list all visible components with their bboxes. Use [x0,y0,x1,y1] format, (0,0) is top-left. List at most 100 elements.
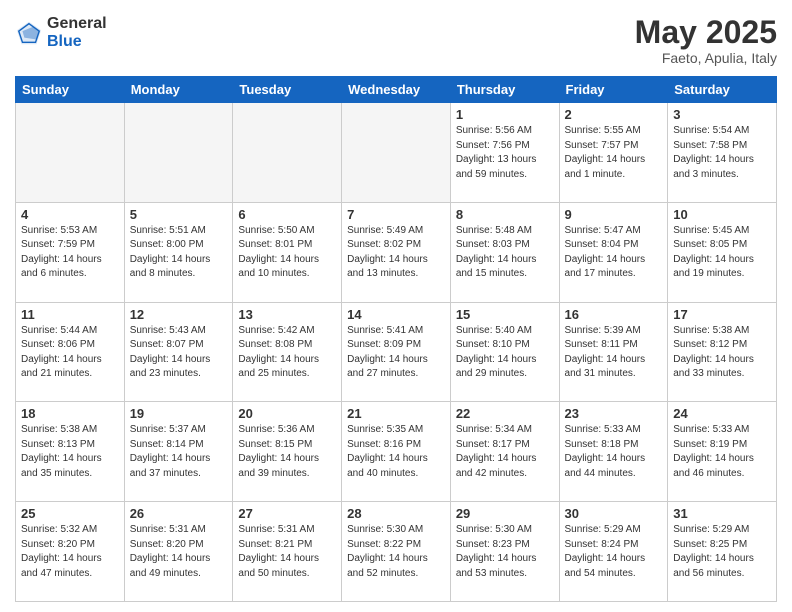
day-number: 4 [21,207,119,222]
day-info: Sunrise: 5:41 AMSunset: 8:09 PMDaylight:… [347,324,445,382]
day-number: 22 [456,406,554,421]
calendar-cell: 16 Sunrise: 5:39 AMSunset: 8:11 PMDayligh… [559,302,668,402]
day-info: Sunrise: 5:51 AMSunset: 8:00 PMDaylight:… [130,224,228,282]
day-info: Sunrise: 5:35 AMSunset: 8:16 PMDaylight:… [347,423,445,481]
page: General Blue May 2025 Faeto, Apulia, Ita… [0,0,792,612]
logo-icon [15,19,43,47]
calendar-cell: 19 Sunrise: 5:37 AMSunset: 8:14 PMDayligh… [124,402,233,502]
day-number: 2 [565,107,663,122]
day-number: 19 [130,406,228,421]
day-header-tuesday: Tuesday [233,77,342,103]
calendar-cell: 1 Sunrise: 5:56 AMSunset: 7:56 PMDaylight… [450,103,559,203]
calendar-cell: 9 Sunrise: 5:47 AMSunset: 8:04 PMDaylight… [559,202,668,302]
week-row-3: 11Sunrise: 5:44 AMSunset: 8:06 PMDayligh… [16,302,777,402]
calendar-cell [124,103,233,203]
day-number: 28 [347,506,445,521]
day-number: 21 [347,406,445,421]
subtitle: Faeto, Apulia, Italy [635,50,777,66]
day-info: Sunrise: 5:29 AMSunset: 8:25 PMDaylight:… [673,523,771,581]
header: General Blue May 2025 Faeto, Apulia, Ita… [15,15,777,66]
day-info: Sunrise: 5:45 AMSunset: 8:05 PMDaylight:… [673,224,771,282]
day-info: Sunrise: 5:30 AMSunset: 8:23 PMDaylight:… [456,523,554,581]
calendar-cell: 13 Sunrise: 5:42 AMSunset: 8:08 PMDayligh… [233,302,342,402]
calendar-cell: 10 Sunrise: 5:45 AMSunset: 8:05 PMDayligh… [668,202,777,302]
week-row-5: 25Sunrise: 5:32 AMSunset: 8:20 PMDayligh… [16,502,777,602]
calendar-cell: 18 Sunrise: 5:38 AMSunset: 8:13 PMDayligh… [16,402,125,502]
day-number: 11 [21,307,119,322]
title-block: May 2025 Faeto, Apulia, Italy [635,15,777,66]
calendar-cell: 28 Sunrise: 5:30 AMSunset: 8:22 PMDayligh… [342,502,451,602]
calendar-cell: 21 Sunrise: 5:35 AMSunset: 8:16 PMDayligh… [342,402,451,502]
day-info: Sunrise: 5:47 AMSunset: 8:04 PMDaylight:… [565,224,663,282]
calendar-cell: 29 Sunrise: 5:30 AMSunset: 8:23 PMDayligh… [450,502,559,602]
day-info: Sunrise: 5:37 AMSunset: 8:14 PMDaylight:… [130,423,228,481]
week-row-1: 1 Sunrise: 5:56 AMSunset: 7:56 PMDaylight… [16,103,777,203]
day-info: Sunrise: 5:56 AMSunset: 7:56 PMDaylight:… [456,124,554,182]
day-number: 5 [130,207,228,222]
calendar-cell: 25Sunrise: 5:32 AMSunset: 8:20 PMDayligh… [16,502,125,602]
calendar-cell: 20 Sunrise: 5:36 AMSunset: 8:15 PMDayligh… [233,402,342,502]
calendar-cell: 14 Sunrise: 5:41 AMSunset: 8:09 PMDayligh… [342,302,451,402]
calendar-cell: 17 Sunrise: 5:38 AMSunset: 8:12 PMDayligh… [668,302,777,402]
day-info: Sunrise: 5:54 AMSunset: 7:58 PMDaylight:… [673,124,771,182]
day-number: 27 [238,506,336,521]
calendar-cell: 12Sunrise: 5:43 AMSunset: 8:07 PMDayligh… [124,302,233,402]
calendar-cell [342,103,451,203]
calendar-cell: 24Sunrise: 5:33 AMSunset: 8:19 PMDayligh… [668,402,777,502]
day-number: 7 [347,207,445,222]
day-number: 20 [238,406,336,421]
calendar-cell: 26 Sunrise: 5:31 AMSunset: 8:20 PMDayligh… [124,502,233,602]
day-number: 13 [238,307,336,322]
day-info: Sunrise: 5:40 AMSunset: 8:10 PMDaylight:… [456,324,554,382]
day-info: Sunrise: 5:55 AMSunset: 7:57 PMDaylight:… [565,124,663,182]
day-info: Sunrise: 5:34 AMSunset: 8:17 PMDaylight:… [456,423,554,481]
day-info: Sunrise: 5:29 AMSunset: 8:24 PMDaylight:… [565,523,663,581]
day-info: Sunrise: 5:39 AMSunset: 8:11 PMDaylight:… [565,324,663,382]
logo-text: General Blue [47,15,107,50]
day-info: Sunrise: 5:31 AMSunset: 8:20 PMDaylight:… [130,523,228,581]
day-number: 8 [456,207,554,222]
day-info: Sunrise: 5:33 AMSunset: 8:19 PMDaylight:… [673,423,771,481]
calendar-cell: 22 Sunrise: 5:34 AMSunset: 8:17 PMDayligh… [450,402,559,502]
calendar-cell: 15 Sunrise: 5:40 AMSunset: 8:10 PMDayligh… [450,302,559,402]
calendar-cell: 31 Sunrise: 5:29 AMSunset: 8:25 PMDayligh… [668,502,777,602]
calendar-cell: 27 Sunrise: 5:31 AMSunset: 8:21 PMDayligh… [233,502,342,602]
day-header-sunday: Sunday [16,77,125,103]
calendar-cell: 7 Sunrise: 5:49 AMSunset: 8:02 PMDaylight… [342,202,451,302]
day-number: 10 [673,207,771,222]
day-info: Sunrise: 5:31 AMSunset: 8:21 PMDaylight:… [238,523,336,581]
calendar-cell: 3 Sunrise: 5:54 AMSunset: 7:58 PMDaylight… [668,103,777,203]
day-info: Sunrise: 5:33 AMSunset: 8:18 PMDaylight:… [565,423,663,481]
day-number: 12 [130,307,228,322]
day-number: 15 [456,307,554,322]
day-info: Sunrise: 5:42 AMSunset: 8:08 PMDaylight:… [238,324,336,382]
day-info: Sunrise: 5:36 AMSunset: 8:15 PMDaylight:… [238,423,336,481]
day-info: Sunrise: 5:38 AMSunset: 8:13 PMDaylight:… [21,423,119,481]
logo-general-text: General [47,15,107,33]
main-title: May 2025 [635,15,777,50]
day-number: 9 [565,207,663,222]
day-header-thursday: Thursday [450,77,559,103]
day-number: 17 [673,307,771,322]
calendar-cell: 6Sunrise: 5:50 AMSunset: 8:01 PMDaylight… [233,202,342,302]
day-number: 6 [238,207,336,222]
day-number: 14 [347,307,445,322]
day-number: 26 [130,506,228,521]
day-number: 18 [21,406,119,421]
day-header-friday: Friday [559,77,668,103]
day-number: 3 [673,107,771,122]
day-info: Sunrise: 5:49 AMSunset: 8:02 PMDaylight:… [347,224,445,282]
logo: General Blue [15,15,107,50]
day-header-saturday: Saturday [668,77,777,103]
calendar-cell [233,103,342,203]
day-info: Sunrise: 5:53 AMSunset: 7:59 PMDaylight:… [21,224,119,282]
day-number: 1 [456,107,554,122]
day-number: 31 [673,506,771,521]
day-info: Sunrise: 5:48 AMSunset: 8:03 PMDaylight:… [456,224,554,282]
day-number: 16 [565,307,663,322]
day-number: 29 [456,506,554,521]
day-info: Sunrise: 5:38 AMSunset: 8:12 PMDaylight:… [673,324,771,382]
day-number: 23 [565,406,663,421]
day-info: Sunrise: 5:30 AMSunset: 8:22 PMDaylight:… [347,523,445,581]
logo-blue-text: Blue [47,33,107,51]
